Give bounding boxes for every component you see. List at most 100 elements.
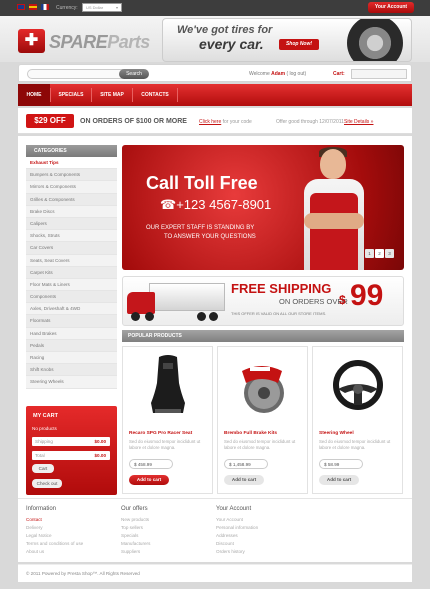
footer-link[interactable]: About us <box>26 548 83 556</box>
slide-dot-1[interactable]: 1 <box>365 249 374 258</box>
uk-flag-icon[interactable] <box>17 4 25 10</box>
add-to-cart-button[interactable]: Add to cart <box>224 475 264 485</box>
total-row: Total $0.00 <box>32 451 110 460</box>
slider-pagination: 123 <box>364 249 394 258</box>
product-title[interactable]: Steering Wheel <box>319 431 354 436</box>
wrench-logo-icon[interactable]: ✚ <box>18 29 45 53</box>
footer-link[interactable]: Suppliers <box>121 548 150 556</box>
nav-specials[interactable]: SPECIALS <box>51 84 91 106</box>
footer-link[interactable]: Manufacturers <box>121 540 150 548</box>
checkout-button[interactable]: Check out <box>32 479 62 488</box>
category-item[interactable]: Seats, Seat Covers <box>26 254 117 267</box>
product-card: Brembo Full Brake Kits Sed do eiusmod te… <box>217 346 308 494</box>
category-item[interactable]: Carpet Kits <box>26 266 117 279</box>
category-item[interactable]: Brake Discs <box>26 205 117 218</box>
spain-flag-icon[interactable] <box>29 4 37 10</box>
category-item[interactable]: Floormats <box>26 315 117 328</box>
tire-image <box>347 19 403 61</box>
my-cart-heading: MY CART <box>33 413 58 419</box>
search-input[interactable] <box>27 69 131 79</box>
category-item[interactable]: Shocks, Struts <box>26 230 117 243</box>
add-to-cart-button[interactable]: Add to cart <box>129 475 169 485</box>
total-label: Total <box>35 453 45 458</box>
footer-link[interactable]: Terms and conditions of use <box>26 540 83 548</box>
category-item[interactable]: Car Covers <box>26 242 117 255</box>
category-item[interactable]: Calipers <box>26 217 117 231</box>
your-account-button[interactable]: Your Account <box>368 2 414 13</box>
search-button[interactable]: Search <box>119 69 149 79</box>
call-toll-free: Call Toll Free <box>146 173 258 193</box>
steering-wheel-image[interactable] <box>327 353 389 417</box>
my-cart-block: MY CART No products Shipping $0.00 Total $… <box>26 406 117 495</box>
site-details-link[interactable]: Site Details » <box>344 119 373 125</box>
category-item[interactable]: Grilles & Components <box>26 193 117 206</box>
nav-site-map[interactable]: SITE MAP <box>92 84 132 106</box>
footer-account: Your Account Your Account Personal infor… <box>216 506 258 556</box>
product-title[interactable]: Brembo Full Brake Kits <box>224 431 277 436</box>
phone-icon: ☎ <box>160 197 177 212</box>
nav-home[interactable]: HOME <box>18 84 50 106</box>
shop-now-button[interactable]: Shop Now! <box>279 39 319 50</box>
nav-divider <box>177 88 178 102</box>
shipping-value: $0.00 <box>94 439 107 444</box>
footer-heading: Information <box>26 506 57 512</box>
slide-dot-2[interactable]: 2 <box>375 249 384 258</box>
promo-bar: $29 OFF ON ORDERS OF $100 OR MORE Click … <box>18 108 412 134</box>
free-shipping-banner[interactable]: FREE SHIPPING ON ORDERS OVER THIS OFFER … <box>122 276 404 326</box>
footer: Information Contact Delivery Legal Notic… <box>18 498 412 562</box>
logo-parts: Parts <box>107 32 150 52</box>
footer-heading: Our offers <box>121 506 148 512</box>
tires-banner[interactable]: We've got tires for every car. Shop Now! <box>162 18 412 62</box>
nav-contacts[interactable]: CONTACTS <box>133 84 177 106</box>
category-item[interactable]: Steering Wheels <box>26 376 117 389</box>
logo[interactable]: SPAREParts <box>49 32 150 53</box>
product-title[interactable]: Recaro SPG Pro Racer Seat <box>129 431 192 436</box>
category-item[interactable]: Racing <box>26 352 117 365</box>
footer-link[interactable]: Delivery <box>26 524 83 532</box>
mechanic-image <box>304 147 364 270</box>
footer-link[interactable]: Addresses <box>216 532 258 540</box>
currency-value: US Dollar <box>86 5 104 10</box>
promo-code-link[interactable]: Click here <box>199 119 221 125</box>
footer-link[interactable]: Legal Notice <box>26 532 83 540</box>
footer-link[interactable]: New products <box>121 516 150 524</box>
product-desc: Sed do eiusmod tempor incididunt ut labo… <box>224 439 296 450</box>
product-card: Recaro SPG Pro Racer Seat Sed do eiusmod… <box>122 346 213 494</box>
main-nav: HOME SPECIALS SITE MAP CONTACTS <box>18 84 412 106</box>
footer-link[interactable]: Discount <box>216 540 258 548</box>
racing-seat-image[interactable] <box>137 353 199 417</box>
footer-information: Information Contact Delivery Legal Notic… <box>26 506 83 556</box>
footer-link[interactable]: Orders history <box>216 548 258 556</box>
shipping-valid-text: THIS OFFER IS VALID ON ALL OUR STORE ITE… <box>231 311 327 316</box>
category-item[interactable]: Shift Knobs <box>26 364 117 377</box>
promo-valid: Offer good through 12/07/2011 <box>276 119 344 125</box>
category-item[interactable]: Mirrors & Components <box>26 181 117 194</box>
category-item[interactable]: Bumpers & Components <box>26 169 117 182</box>
cart-button[interactable]: Cart <box>32 464 54 473</box>
footer-link[interactable]: Your Account <box>216 516 258 524</box>
footer-link[interactable]: Specials <box>121 532 150 540</box>
product-price: $ 1,458.99 <box>224 459 268 469</box>
category-item[interactable]: Exhaust Tips <box>26 157 117 170</box>
copyright: © 2011 Powered by Presta Shop™. All Righ… <box>18 564 412 582</box>
hero-slider[interactable]: Call Toll Free ☎+123 4567-8901 OUR EXPER… <box>122 145 404 270</box>
brake-kit-image[interactable] <box>232 353 294 417</box>
logout-link[interactable]: ( log out) <box>286 71 306 77</box>
footer-link[interactable]: Top sellers <box>121 524 150 532</box>
footer-offers: Our offers New products Top sellers Spec… <box>121 506 150 556</box>
slide-dot-3[interactable]: 3 <box>385 249 394 258</box>
category-item[interactable]: Axles, Driveshaft & 4WD <box>26 303 117 316</box>
categories-sidebar: CATEGORIES Exhaust Tips Bumpers & Compone… <box>26 145 117 389</box>
category-item[interactable]: Hand Brakes <box>26 327 117 340</box>
category-item[interactable]: Floor Mats & Liners <box>26 278 117 292</box>
category-item[interactable]: Components <box>26 291 117 304</box>
phone-number: +123 4567-8901 <box>176 197 272 212</box>
france-flag-icon[interactable] <box>41 4 49 10</box>
no-products-text: No products <box>32 426 57 431</box>
cart-summary[interactable] <box>351 69 407 79</box>
currency-select[interactable]: US Dollar ▾ <box>82 3 122 12</box>
add-to-cart-button[interactable]: Add to cart <box>319 475 359 485</box>
footer-link[interactable]: Personal information <box>216 524 258 532</box>
footer-link[interactable]: Contact <box>26 516 83 524</box>
category-item[interactable]: Pedals <box>26 339 117 352</box>
